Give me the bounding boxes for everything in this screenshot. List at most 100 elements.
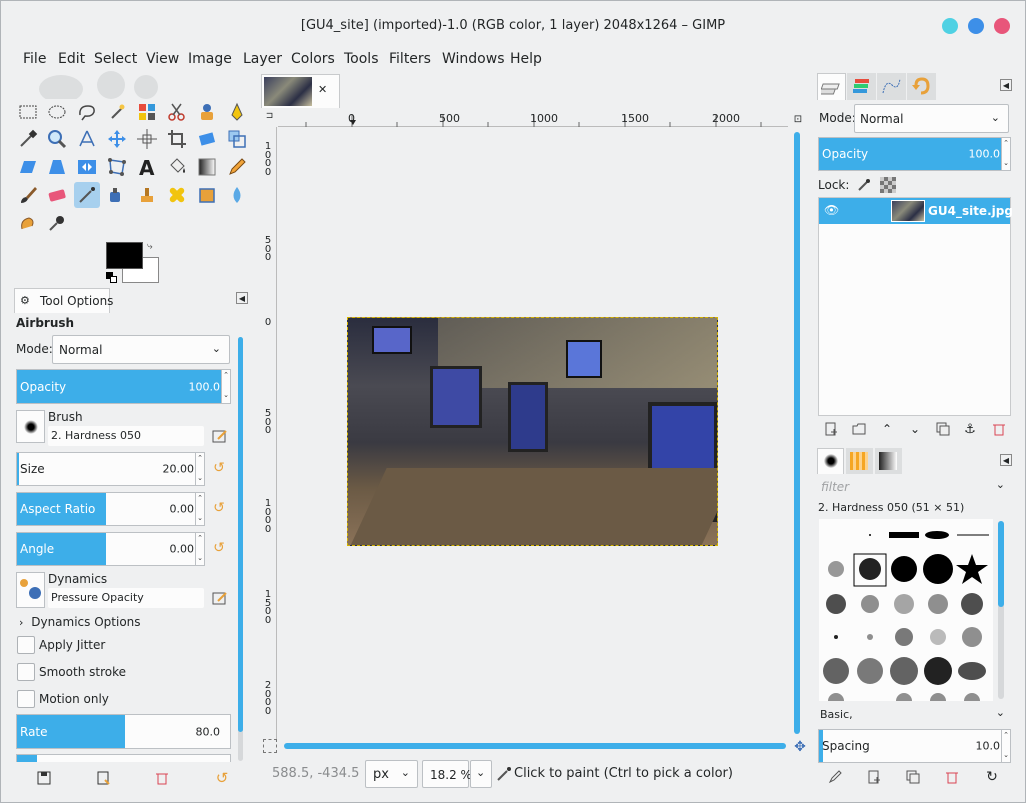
move-tool-icon[interactable] — [104, 126, 130, 152]
edit-dynamics-icon[interactable] — [210, 589, 230, 607]
vertical-scrollbar[interactable] — [794, 132, 800, 734]
brush-tag-dropdown[interactable]: Basic, ⌄ — [818, 705, 1011, 727]
delete-options-icon[interactable] — [153, 769, 171, 787]
gradients-tab[interactable] — [875, 448, 902, 474]
flip-tool-icon[interactable] — [74, 154, 100, 180]
new-layer-group-icon[interactable] — [851, 421, 867, 437]
scissors-select-tool-icon[interactable] — [164, 99, 190, 125]
menu-filters[interactable]: Filters — [389, 51, 431, 67]
menu-image[interactable]: Image — [188, 51, 232, 67]
restore-options-icon[interactable] — [94, 769, 112, 787]
maximize-button[interactable] — [968, 18, 984, 34]
free-select-tool-icon[interactable] — [74, 99, 100, 125]
rate-slider[interactable]: Rate 80.0 — [16, 714, 231, 749]
image-tab[interactable]: ✕ — [261, 74, 340, 108]
apply-jitter-checkbox[interactable] — [17, 636, 35, 654]
horizontal-scrollbar[interactable] — [284, 743, 786, 749]
dynamics-preview[interactable] — [16, 572, 45, 608]
patterns-tab[interactable] — [846, 448, 873, 474]
panel-menu-icon[interactable]: ◀ — [236, 292, 248, 304]
raise-layer-icon[interactable]: ⌃ — [879, 421, 895, 437]
scale-tool-icon[interactable] — [224, 126, 250, 152]
airbrush-tool-icon[interactable] — [74, 182, 100, 208]
anchor-layer-icon[interactable]: ⚓ — [962, 421, 978, 437]
align-tool-icon[interactable] — [134, 126, 160, 152]
close-tab-icon[interactable]: ✕ — [318, 83, 327, 96]
measure-tool-icon[interactable] — [74, 126, 100, 152]
opacity-spinner[interactable]: ⌃ ⌄ — [221, 370, 230, 403]
edit-brush-icon[interactable] — [210, 427, 230, 445]
swap-colors-icon[interactable]: ⤷ — [147, 241, 153, 252]
dynamics-name-field[interactable]: Pressure Opacity — [48, 588, 204, 608]
crop-tool-icon[interactable] — [164, 126, 190, 152]
opacity-slider[interactable]: Opacity 100.0 ⌃ ⌄ — [16, 369, 231, 404]
layers-mode-dropdown[interactable]: Normal ⌄ — [854, 104, 1009, 133]
tool-options-tab[interactable]: ⚙ Tool Options — [14, 288, 113, 313]
rect-select-tool-icon[interactable] — [15, 99, 41, 125]
aspect-ratio-slider[interactable]: Aspect Ratio 0.00 ⌃ ⌄ — [16, 492, 205, 526]
layer-row[interactable]: 👁 GU4_site.jpg — [819, 198, 1013, 224]
lock-alpha-icon[interactable] — [880, 177, 896, 193]
layers-tab[interactable] — [816, 73, 846, 100]
zoom-tool-icon[interactable] — [44, 126, 70, 152]
menu-colors[interactable]: Colors — [291, 51, 335, 67]
paintbrush-tool-icon[interactable] — [15, 182, 41, 208]
brush-grid-scrollbar[interactable] — [998, 521, 1004, 699]
perspective-clone-tool-icon[interactable] — [194, 182, 220, 208]
foreground-select-tool-icon[interactable] — [194, 99, 220, 125]
select-by-color-tool-icon[interactable] — [134, 99, 160, 125]
pencil-tool-icon[interactable] — [224, 154, 250, 180]
cage-transform-tool-icon[interactable] — [104, 154, 130, 180]
image-layer[interactable] — [347, 317, 718, 546]
menu-help[interactable]: Help — [510, 51, 542, 67]
size-slider[interactable]: Size 20.00 ⌃ ⌄ — [16, 452, 205, 486]
mode-dropdown[interactable]: Normal ⌄ — [52, 335, 230, 364]
eraser-tool-icon[interactable] — [44, 182, 70, 208]
delete-brush-icon[interactable] — [944, 769, 960, 785]
heal-tool-icon[interactable] — [164, 182, 190, 208]
menu-layer[interactable]: Layer — [243, 51, 282, 67]
perspective-tool-icon[interactable] — [44, 154, 70, 180]
unit-dropdown[interactable]: px ⌄ — [365, 760, 418, 788]
navigate-icon[interactable]: ✥ — [792, 739, 808, 755]
dynamics-options-expander[interactable]: › Dynamics Options — [19, 615, 141, 629]
reset-angle-icon[interactable]: ↺ — [211, 539, 227, 557]
layers-opacity-slider[interactable]: Opacity 100.0 ⌃ ⌄ — [818, 137, 1011, 171]
aspect-ratio-spinner[interactable]: ⌃ ⌄ — [195, 493, 204, 525]
lock-pixels-icon[interactable] — [856, 177, 872, 193]
spacing-spinner[interactable]: ⌃ ⌄ — [1001, 730, 1010, 762]
quick-mask-icon[interactable] — [263, 739, 277, 753]
blur-tool-icon[interactable] — [224, 182, 250, 208]
menu-edit[interactable]: Edit — [58, 51, 85, 67]
menu-select[interactable]: Select — [94, 51, 137, 67]
smooth-stroke-checkbox[interactable] — [17, 663, 35, 681]
reset-options-icon[interactable]: ↺ — [213, 769, 231, 787]
visibility-eye-icon[interactable]: 👁 — [824, 203, 839, 217]
angle-spinner[interactable]: ⌃ ⌄ — [195, 533, 204, 565]
duplicate-brush-icon[interactable] — [905, 769, 921, 785]
gradient-tool-icon[interactable] — [194, 154, 220, 180]
menu-windows[interactable]: Windows — [442, 51, 505, 67]
layers-panel-menu-icon[interactable]: ◀ — [1000, 79, 1012, 91]
size-spinner[interactable]: ⌃ ⌄ — [195, 453, 204, 485]
undo-history-tab[interactable] — [907, 73, 936, 100]
color-picker-tool-icon[interactable] — [15, 126, 41, 152]
text-tool-icon[interactable]: A — [134, 154, 160, 180]
paths-tab[interactable] — [877, 73, 906, 100]
edit-brush-toolbar-icon[interactable] — [827, 769, 843, 785]
zoom-dropdown-button[interactable]: ⌄ — [470, 760, 492, 788]
shear-tool-icon[interactable] — [15, 154, 41, 180]
horizontal-ruler[interactable]: 0 500 1000 1500 2000 — [278, 111, 788, 127]
zoom-to-fit-icon[interactable]: ⊡ — [791, 112, 805, 126]
brushes-panel-menu-icon[interactable]: ◀ — [1000, 454, 1012, 466]
save-options-icon[interactable] — [35, 769, 53, 787]
paths-tool-icon[interactable] — [224, 99, 250, 125]
lower-layer-icon[interactable]: ⌄ — [907, 421, 923, 437]
duplicate-layer-icon[interactable] — [935, 421, 951, 437]
spacing-slider[interactable]: Spacing 10.0 ⌃ ⌄ — [818, 729, 1011, 763]
foreground-color-swatch[interactable] — [106, 242, 143, 269]
menu-file[interactable]: File — [23, 51, 46, 67]
channels-tab[interactable] — [847, 73, 876, 100]
reset-aspect-icon[interactable]: ↺ — [211, 499, 227, 517]
ellipse-select-tool-icon[interactable] — [44, 99, 70, 125]
